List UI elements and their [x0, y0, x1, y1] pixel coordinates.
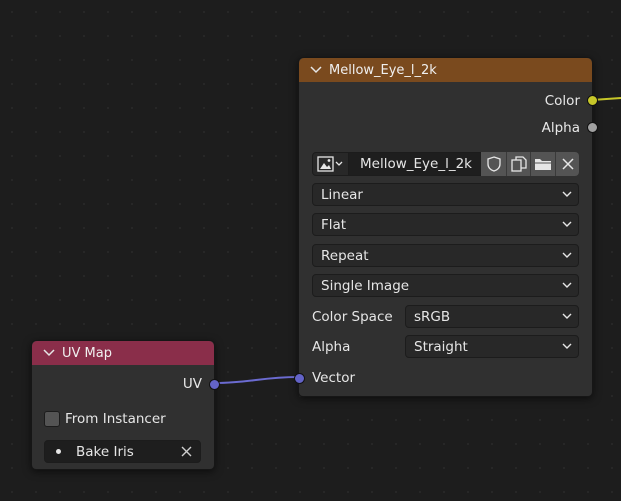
image-selector[interactable]: Mellow_Eye_l_2k: [312, 152, 579, 176]
interpolation-value: Linear: [321, 186, 363, 203]
extension-dropdown[interactable]: Repeat: [312, 244, 579, 267]
image-node-header[interactable]: Mellow_Eye_l_2k: [299, 58, 592, 82]
chevron-down-icon[interactable]: [42, 349, 56, 357]
uv-map-node[interactable]: UV Map UV From Instancer Bake Iris: [31, 340, 220, 470]
alpha-mode-label: Alpha: [312, 339, 351, 355]
duplicate-icon: [510, 156, 527, 172]
duplicate-button[interactable]: [507, 152, 531, 176]
uv-layer-dot-icon: [56, 449, 61, 454]
interpolation-dropdown[interactable]: Linear: [312, 183, 579, 206]
unlink-x-icon: [561, 158, 574, 170]
uv-output-label: UV: [182, 376, 202, 392]
from-instancer-row[interactable]: From Instancer: [44, 411, 166, 427]
alpha-mode-dropdown[interactable]: Straight: [405, 335, 579, 358]
fake-user-shield-icon: [486, 156, 501, 172]
uv-layer-field[interactable]: Bake Iris: [44, 440, 201, 463]
uv-output-socket[interactable]: [209, 379, 220, 390]
alpha-mode-value: Straight: [414, 338, 468, 355]
chevron-down-icon: [562, 282, 572, 288]
chevron-down-icon: [562, 191, 572, 197]
unlink-button[interactable]: [556, 152, 579, 176]
extension-value: Repeat: [321, 247, 369, 264]
image-browse-icon: [316, 156, 342, 172]
image-name-text: Mellow_Eye_l_2k: [360, 156, 472, 172]
color-output-socket[interactable]: [587, 95, 598, 106]
chevron-down-icon[interactable]: [309, 66, 323, 74]
image-texture-node[interactable]: Mellow_Eye_l_2k Color Alpha Mellow_Eye_l…: [294, 57, 598, 397]
alpha-output-socket[interactable]: [587, 122, 598, 133]
chevron-down-icon: [562, 221, 572, 227]
uv-map-node-header[interactable]: UV Map: [32, 341, 214, 365]
color-space-label: Color Space: [312, 309, 393, 325]
chevron-down-icon: [562, 343, 572, 349]
projection-value: Flat: [321, 216, 347, 233]
uv-map-node-title: UV Map: [62, 345, 112, 361]
source-dropdown[interactable]: Single Image: [312, 274, 579, 297]
vector-input-label: Vector: [312, 370, 356, 386]
color-space-dropdown[interactable]: sRGB: [405, 305, 579, 328]
source-value: Single Image: [321, 277, 410, 294]
image-name-field[interactable]: Mellow_Eye_l_2k: [349, 152, 481, 176]
vector-input-socket[interactable]: [294, 373, 305, 384]
from-instancer-checkbox[interactable]: [44, 411, 60, 427]
uv-to-vector-link: [213, 376, 299, 384]
image-node-title: Mellow_Eye_l_2k: [329, 62, 437, 78]
fake-user-button[interactable]: [481, 152, 507, 176]
projection-dropdown[interactable]: Flat: [312, 213, 579, 236]
open-folder-icon: [535, 159, 551, 170]
color-output-label: Color: [544, 93, 580, 109]
chevron-down-icon: [562, 313, 572, 319]
image-browse-button[interactable]: [312, 152, 349, 176]
chevron-down-icon: [562, 252, 572, 258]
alpha-output-label: Alpha: [541, 120, 580, 136]
open-button[interactable]: [531, 152, 556, 176]
uv-layer-value: Bake Iris: [76, 443, 134, 460]
color-space-value: sRGB: [414, 308, 451, 325]
clear-x-icon[interactable]: [181, 446, 192, 457]
from-instancer-label: From Instancer: [65, 411, 166, 427]
